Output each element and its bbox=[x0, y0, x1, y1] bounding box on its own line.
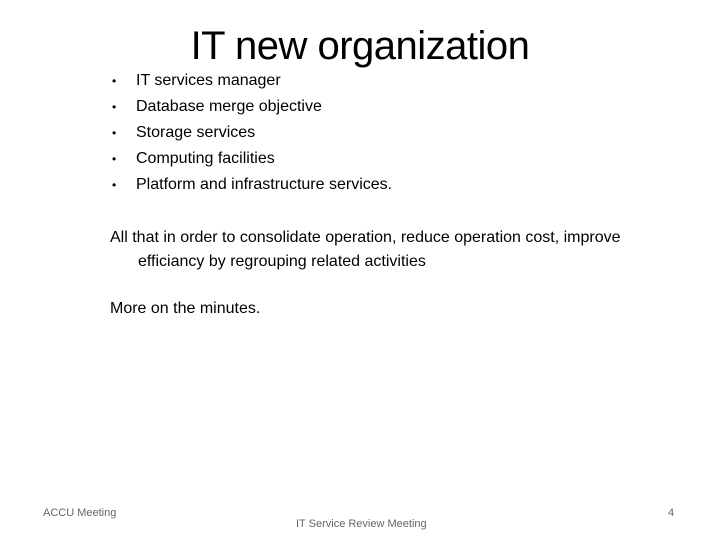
summary-line-2: efficiancy by regrouping related activit… bbox=[138, 253, 426, 270]
bullet-icon: • bbox=[112, 100, 117, 114]
footer-left-text: ACCU Meeting bbox=[43, 507, 117, 519]
bullet-text: Computing facilities bbox=[136, 150, 275, 167]
bullet-icon: • bbox=[112, 152, 117, 166]
bullet-icon: • bbox=[112, 178, 117, 192]
bullet-icon: • bbox=[112, 74, 117, 88]
bullet-icon: • bbox=[112, 126, 117, 140]
summary-line-1: All that in order to consolidate operati… bbox=[110, 229, 621, 246]
bullet-text: Platform and infrastructure services. bbox=[136, 176, 393, 193]
minutes-note: More on the minutes. bbox=[110, 300, 261, 317]
footer-center-text: IT Service Review Meeting bbox=[296, 518, 427, 530]
page-number: 4 bbox=[668, 507, 675, 519]
summary-paragraph: All that in order to consolidate operati… bbox=[110, 226, 670, 274]
bullet-text: Storage services bbox=[136, 124, 256, 141]
bullet-text: Database merge objective bbox=[136, 98, 322, 115]
slide: IT new organization • IT services manage… bbox=[0, 0, 720, 540]
slide-title: IT new organization bbox=[190, 24, 530, 68]
bullet-text: IT services manager bbox=[136, 72, 281, 89]
